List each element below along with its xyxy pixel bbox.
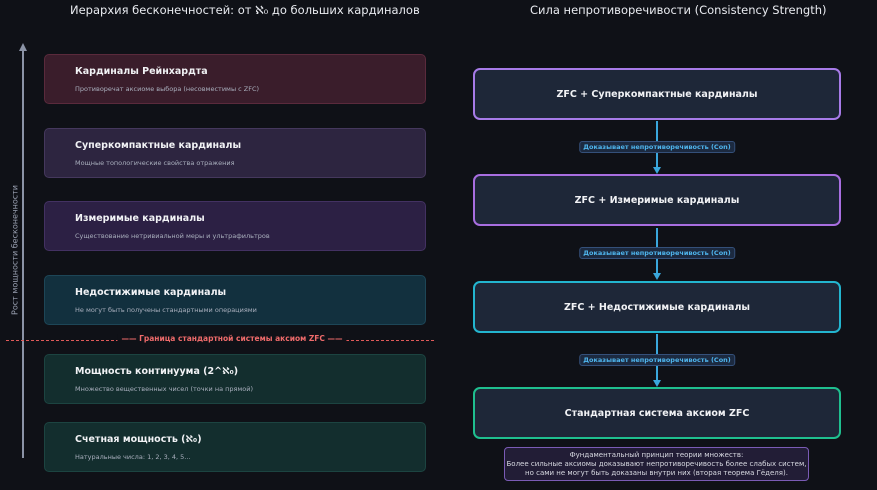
- hierarchy-box-inaccessible: Недостижимые кардиналы Не могут быть пол…: [44, 275, 426, 325]
- hierarchy-box-title: Кардиналы Рейнхардта: [75, 66, 208, 77]
- hierarchy-box-desc: Натуральные числа: 1, 2, 3, 4, 5...: [75, 453, 191, 461]
- hierarchy-box-title: Счетная мощность (ℵ₀): [75, 434, 202, 445]
- strength-box-title: ZFC + Недостижимые кардиналы: [563, 301, 751, 313]
- strength-box-supercompact: ZFC + Суперкомпактные кардиналы: [473, 68, 841, 120]
- strength-box-measurable: ZFC + Измеримые кардиналы: [473, 174, 841, 226]
- hierarchy-box-desc: Не могут быть получены стандартными опер…: [75, 306, 257, 314]
- hierarchy-box-continuum: Мощность континуума (2^ℵ₀) Множество вещ…: [44, 354, 426, 404]
- strength-box-title: Стандартная система аксиом ZFC: [564, 407, 750, 419]
- connector-label: Доказывает непротиворечивость (Con): [579, 141, 735, 153]
- hierarchy-box-measurable: Измеримые кардиналы Существование нетрив…: [44, 201, 426, 251]
- arrow-down-icon: [653, 273, 661, 280]
- strength-box-title: ZFC + Измеримые кардиналы: [574, 194, 740, 206]
- strength-box-title: ZFC + Суперкомпактные кардиналы: [556, 88, 758, 100]
- strength-title: Сила непротиворечивости (Consistency Str…: [530, 3, 827, 17]
- hierarchy-box-desc: Противоречат аксиоме выбора (несовместим…: [75, 85, 260, 93]
- hierarchy-box-desc: Мощные топологические свойства отражения: [75, 159, 235, 167]
- hierarchy-box-desc: Множество вещественных чисел (точки на п…: [75, 385, 254, 393]
- hierarchy-box-supercompact: Суперкомпактные кардиналы Мощные тополог…: [44, 128, 426, 178]
- hierarchy-box-countable: Счетная мощность (ℵ₀) Натуральные числа:…: [44, 422, 426, 472]
- connector-label: Доказывает непротиворечивость (Con): [579, 354, 735, 366]
- hierarchy-box-reinhardt: Кардиналы Рейнхардта Противоречат аксиом…: [44, 54, 426, 104]
- axis-label: Рост мощности бесконечности: [10, 185, 20, 315]
- strength-box-inaccessible: ZFC + Недостижимые кардиналы: [473, 281, 841, 333]
- connector-label: Доказывает непротиворечивость (Con): [579, 247, 735, 259]
- hierarchy-box-title: Недостижимые кардиналы: [75, 287, 227, 298]
- axis-line: [22, 50, 24, 458]
- principle-note: Фундаментальный принцип теории множеств:…: [504, 447, 809, 481]
- hierarchy-box-title: Мощность континуума (2^ℵ₀): [75, 366, 239, 377]
- arrow-down-icon: [653, 167, 661, 174]
- hierarchy-box-desc: Существование нетривиальной меры и ультр…: [75, 232, 270, 240]
- note-line: Более сильные аксиомы доказывают непроти…: [506, 460, 807, 468]
- strength-box-zfc: Стандартная система аксиом ZFC: [473, 387, 841, 439]
- hierarchy-box-title: Измеримые кардиналы: [75, 213, 205, 224]
- hierarchy-title: Иерархия бесконечностей: от ℵ₀ до больши…: [70, 3, 420, 17]
- hierarchy-box-title: Суперкомпактные кардиналы: [75, 140, 242, 151]
- arrow-down-icon: [653, 380, 661, 387]
- note-line: но сами не могут быть доказаны внутри ни…: [525, 469, 788, 477]
- zfc-boundary-label: —— Граница стандартной системы аксиом ZF…: [117, 334, 347, 343]
- note-line: Фундаментальный принцип теории множеств:: [569, 451, 744, 459]
